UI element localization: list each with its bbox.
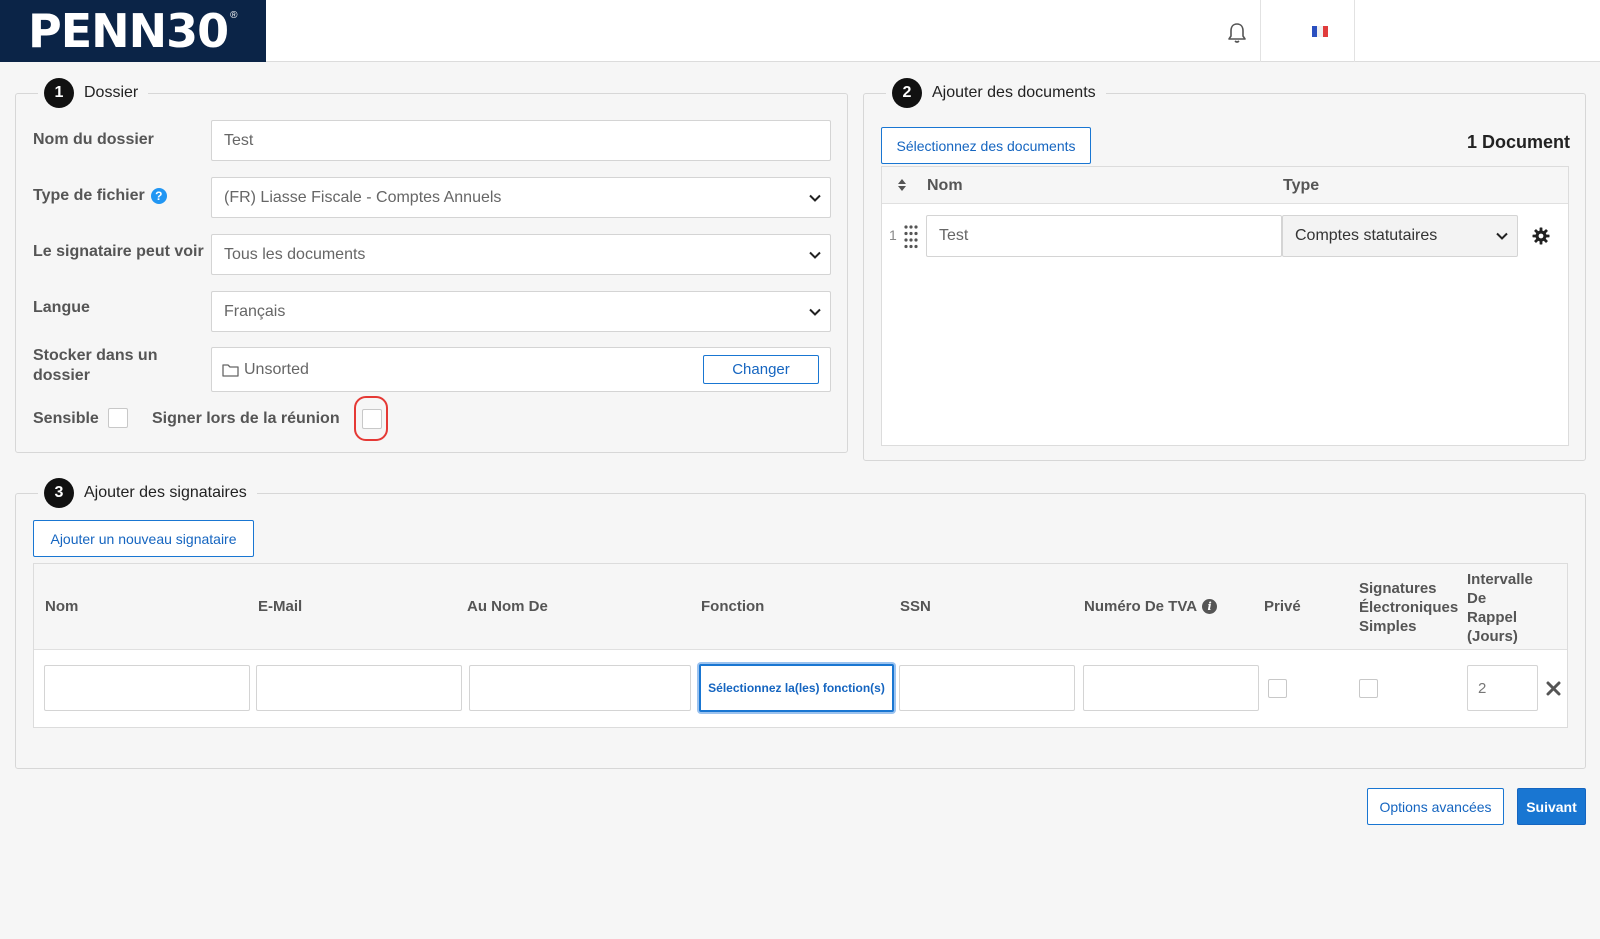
folder-name-value: Test	[224, 131, 254, 149]
select-documents-button[interactable]: Sélectionnez des documents	[881, 127, 1091, 164]
signer-name-input[interactable]	[44, 665, 250, 711]
document-name-input[interactable]: Test	[926, 215, 1282, 257]
folder-name-label: Nom du dossier	[33, 131, 154, 148]
store-folder-label-line2: dossier	[33, 367, 90, 384]
signers-col-name: Nom	[45, 598, 79, 615]
logo-text: PENN30	[28, 4, 229, 58]
simple-signatures-line3: Simples	[1359, 618, 1417, 635]
top-bar: PENN30 ®	[0, 0, 1600, 62]
add-signer-button[interactable]: Ajouter un nouveau signataire	[33, 520, 254, 557]
documents-table: Nom Type 1 Test Comptes statutaires	[881, 166, 1569, 446]
header-divider	[1354, 0, 1355, 62]
signers-col-role: Fonction	[701, 598, 765, 615]
signers-col-vat-text: Numéro De TVA	[1084, 598, 1198, 615]
language-value: Français	[224, 302, 286, 320]
visibility-label: Le signataire peut voir	[33, 243, 204, 260]
store-folder-label: Stocker dans un dossier	[33, 346, 157, 386]
sensitive-label: Sensible	[33, 410, 99, 427]
signers-legend: 3 Ajouter des signataires	[38, 477, 257, 509]
signer-reminder-value: 2	[1478, 679, 1487, 697]
signers-table-header: Nom E-Mail Au Nom De Fonction SSN Numéro…	[34, 564, 1567, 650]
signer-row: Sélectionnez la(les) fonction(s) 2	[34, 650, 1567, 728]
folder-icon	[222, 363, 239, 377]
signers-col-vat: Numéro De TVA i	[1084, 597, 1218, 616]
step-badge: 3	[44, 478, 74, 508]
signers-table: Nom E-Mail Au Nom De Fonction SSN Numéro…	[33, 563, 1568, 728]
dossier-legend: 1 Dossier	[38, 77, 149, 109]
signer-vat-input[interactable]	[1083, 665, 1259, 711]
signer-on-behalf-input[interactable]	[469, 665, 691, 711]
info-icon[interactable]: i	[1202, 599, 1218, 614]
reminder-line1: Intervalle	[1467, 571, 1533, 588]
penneo-logo[interactable]: PENN30 ®	[0, 0, 266, 62]
documents-table-header: Nom Type	[882, 167, 1568, 204]
gear-icon[interactable]	[1532, 227, 1550, 245]
sign-in-meeting-label: Signer lors de la réunion	[152, 410, 340, 427]
signers-col-reminder-interval: Intervalle De Rappel (Jours)	[1467, 570, 1533, 646]
sensitive-checkbox[interactable]	[108, 408, 128, 428]
document-type-value: Comptes statutaires	[1295, 227, 1438, 244]
signers-col-private: Privé	[1264, 598, 1301, 615]
signers-title: Ajouter des signataires	[84, 484, 247, 501]
step-badge: 1	[44, 78, 74, 108]
header-divider	[1260, 0, 1261, 62]
dossier-panel: 1 Dossier Nom du dossier Test Type de fi…	[15, 77, 848, 453]
file-type-value: (FR) Liasse Fiscale - Comptes Annuels	[224, 188, 502, 206]
chevron-down-icon	[809, 251, 821, 259]
visibility-select[interactable]: Tous les documents	[211, 234, 831, 275]
signer-reminder-input[interactable]: 2	[1467, 665, 1538, 711]
documents-col-name: Nom	[927, 177, 963, 194]
signer-email-input[interactable]	[256, 665, 462, 711]
step-badge: 2	[892, 78, 922, 108]
reminder-line3: Rappel	[1467, 609, 1518, 626]
document-count: 1 Document	[1466, 132, 1570, 152]
change-folder-button[interactable]: Changer	[703, 355, 819, 384]
file-type-label-text: Type de fichier	[33, 187, 145, 204]
simple-signatures-line1: Signatures	[1359, 580, 1437, 597]
chevron-down-icon	[809, 194, 821, 202]
signers-col-ssn: SSN	[900, 598, 931, 615]
bell-icon[interactable]	[1222, 18, 1252, 48]
reminder-line2: De	[1467, 590, 1487, 607]
simple-signatures-line2: Électroniques	[1359, 599, 1459, 616]
next-button[interactable]: Suivant	[1517, 788, 1586, 825]
signers-col-simple-signatures: Signatures Électroniques Simples	[1359, 579, 1458, 636]
document-type-select[interactable]: Comptes statutaires	[1282, 215, 1518, 257]
store-folder-value: Unsorted	[244, 360, 309, 378]
chevron-down-icon	[1496, 232, 1508, 240]
signers-col-email: E-Mail	[258, 598, 303, 615]
sort-icon[interactable]	[897, 178, 907, 192]
select-role-button[interactable]: Sélectionnez la(les) fonction(s)	[699, 664, 894, 712]
document-name-value: Test	[939, 227, 969, 244]
signer-ssn-input[interactable]	[899, 665, 1075, 711]
flag-fr-icon[interactable]	[1312, 26, 1328, 37]
documents-col-type: Type	[1283, 177, 1320, 194]
advanced-options-button[interactable]: Options avancées	[1367, 788, 1504, 825]
help-icon[interactable]: ?	[150, 188, 167, 204]
signer-simple-signature-checkbox[interactable]	[1359, 679, 1378, 698]
close-icon[interactable]	[1546, 681, 1561, 696]
drag-handle-icon[interactable]	[904, 225, 918, 249]
logo-registered-mark: ®	[230, 9, 238, 21]
store-folder-label-line1: Stocker dans un	[33, 347, 158, 364]
signers-col-on-behalf: Au Nom De	[467, 598, 548, 615]
chevron-down-icon	[809, 308, 821, 316]
sign-in-meeting-checkbox[interactable]	[362, 409, 382, 429]
document-row: 1 Test Comptes statutaires	[882, 215, 1568, 259]
dossier-title: Dossier	[84, 84, 139, 101]
signers-panel: 3 Ajouter des signataires Ajouter un nou…	[15, 477, 1586, 769]
folder-name-input[interactable]: Test	[211, 120, 831, 161]
signer-private-checkbox[interactable]	[1268, 679, 1287, 698]
file-type-select[interactable]: (FR) Liasse Fiscale - Comptes Annuels	[211, 177, 831, 218]
documents-panel: 2 Ajouter des documents Sélectionnez des…	[863, 77, 1586, 461]
file-type-label: Type de fichier ?	[33, 186, 167, 206]
documents-legend: 2 Ajouter des documents	[886, 77, 1106, 109]
visibility-value: Tous les documents	[224, 245, 366, 263]
select-role-label: Sélectionnez la(les) fonction(s)	[708, 681, 885, 695]
document-row-index: 1	[889, 227, 897, 243]
language-select[interactable]: Français	[211, 291, 831, 332]
reminder-line4: (Jours)	[1467, 628, 1518, 645]
language-label: Langue	[33, 299, 90, 316]
documents-title: Ajouter des documents	[932, 84, 1096, 101]
